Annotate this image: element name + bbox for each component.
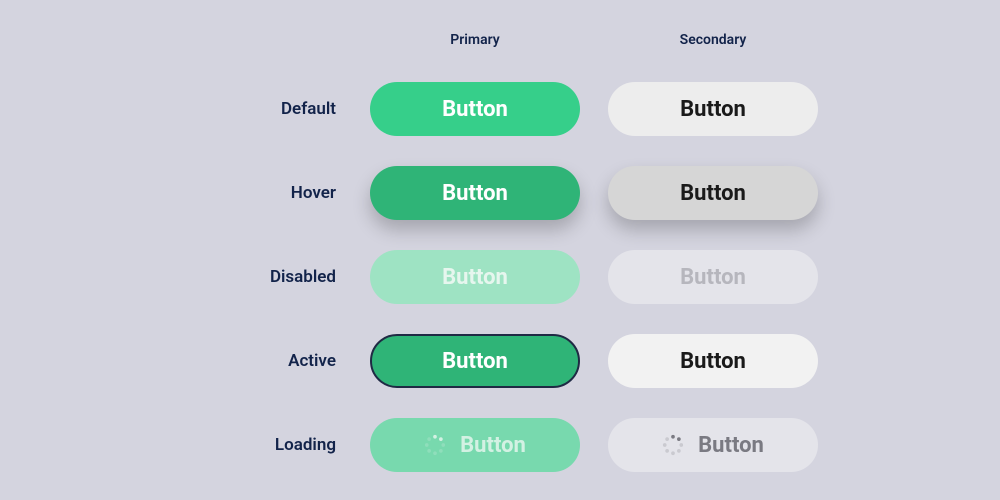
- row-label-hover: Hover: [182, 183, 342, 203]
- primary-loading-button: Button: [370, 418, 580, 472]
- secondary-active-button[interactable]: Button: [608, 334, 818, 388]
- button-label: Button: [442, 97, 508, 122]
- primary-default-button[interactable]: Button: [370, 82, 580, 136]
- primary-active-button[interactable]: Button: [370, 334, 580, 388]
- secondary-default-button[interactable]: Button: [608, 82, 818, 136]
- spinner-icon: [424, 434, 446, 456]
- button-label: Button: [680, 265, 746, 290]
- row-label-loading: Loading: [182, 435, 342, 455]
- spinner-icon: [662, 434, 684, 456]
- primary-hover-button[interactable]: Button: [370, 166, 580, 220]
- button-label: Button: [680, 181, 746, 206]
- button-label: Button: [698, 433, 764, 458]
- button-label: Button: [442, 265, 508, 290]
- button-label: Button: [442, 181, 508, 206]
- row-label-default: Default: [182, 99, 342, 119]
- row-label-disabled: Disabled: [182, 267, 342, 287]
- button-label: Button: [442, 349, 508, 374]
- button-states-grid: Primary Secondary Default Button Button …: [182, 25, 818, 475]
- column-header-secondary: Secondary: [608, 32, 818, 48]
- secondary-hover-button[interactable]: Button: [608, 166, 818, 220]
- button-label: Button: [680, 349, 746, 374]
- button-label: Button: [680, 97, 746, 122]
- primary-disabled-button: Button: [370, 250, 580, 304]
- secondary-loading-button: Button: [608, 418, 818, 472]
- button-label: Button: [460, 433, 526, 458]
- secondary-disabled-button: Button: [608, 250, 818, 304]
- column-header-primary: Primary: [370, 32, 580, 48]
- row-label-active: Active: [182, 351, 342, 371]
